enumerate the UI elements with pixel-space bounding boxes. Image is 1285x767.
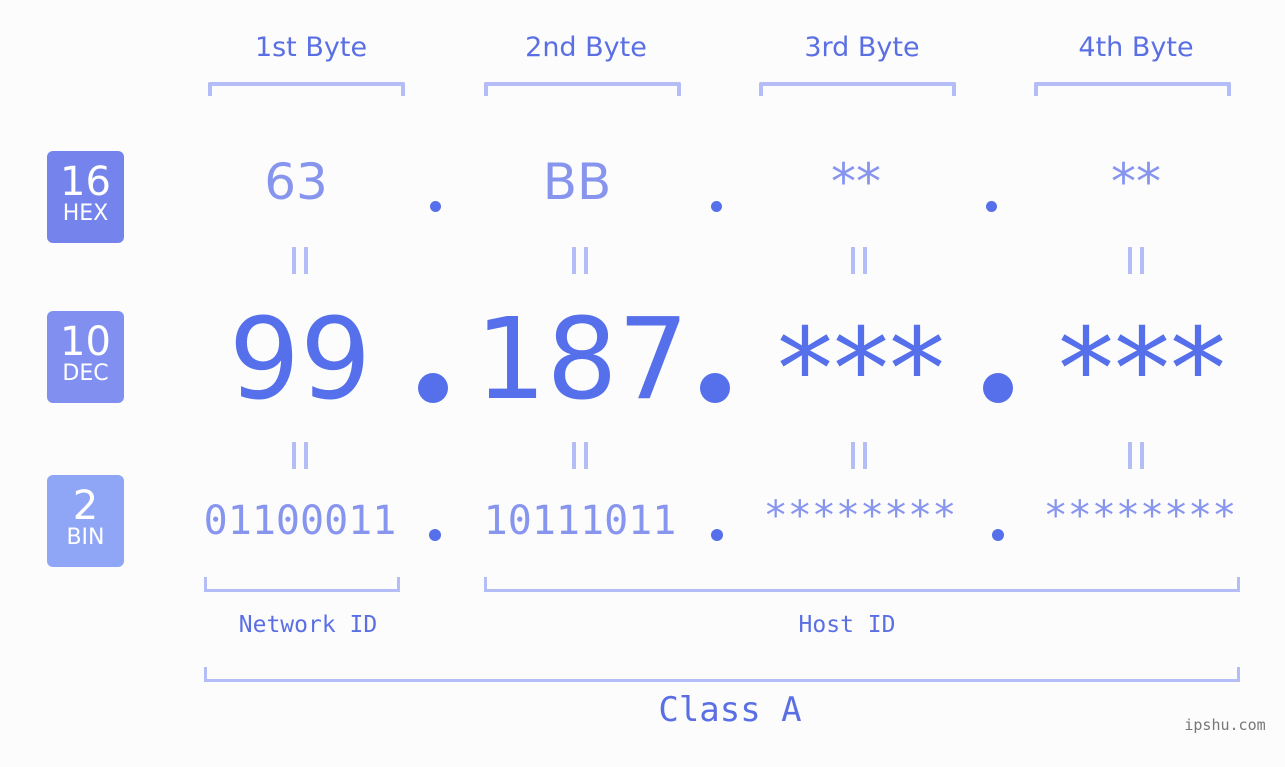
class-bracket	[204, 667, 1240, 682]
equals-icon	[851, 247, 867, 274]
dec-label: DEC	[62, 361, 109, 386]
dec-separator-dot	[700, 373, 730, 403]
bin-separator-dot	[992, 529, 1004, 541]
equals-icon	[1128, 247, 1144, 274]
byte-bracket-3	[759, 82, 956, 96]
equals-icon	[292, 442, 308, 469]
equals-icon	[572, 247, 588, 274]
network-id-label: Network ID	[238, 612, 378, 638]
hex-badge: 16 HEX	[47, 151, 124, 243]
byte-bracket-4	[1034, 82, 1231, 96]
byte-bracket-1	[208, 82, 405, 96]
host-id-label: Host ID	[798, 612, 896, 638]
bin-separator-dot	[711, 529, 723, 541]
equals-icon	[572, 442, 588, 469]
bin-value-2: 10111011	[483, 498, 677, 544]
network-id-bracket	[204, 577, 400, 592]
byte-header-2: 2nd Byte	[525, 32, 647, 63]
hex-base: 16	[60, 159, 111, 205]
equals-icon	[1128, 442, 1144, 469]
bin-base: 2	[72, 483, 99, 529]
dec-value-4: ***	[1058, 305, 1226, 435]
dec-separator-dot	[418, 373, 448, 403]
bin-label: BIN	[66, 525, 105, 550]
dec-badge: 10 DEC	[47, 311, 124, 403]
host-id-bracket	[484, 577, 1240, 592]
byte-bracket-2	[484, 82, 681, 96]
byte-header-1: 1st Byte	[254, 32, 368, 63]
hex-label: HEX	[62, 201, 109, 226]
bin-value-4: ********	[1043, 493, 1237, 539]
dec-value-3: ***	[777, 305, 945, 435]
dec-base: 10	[60, 319, 111, 365]
hex-value-2: BB	[542, 153, 612, 211]
bin-value-1: 01100011	[203, 498, 397, 544]
hex-value-3: **	[831, 153, 881, 211]
hex-separator-dot	[430, 201, 441, 212]
byte-header-4: 4th Byte	[1078, 32, 1194, 63]
dec-separator-dot	[983, 373, 1013, 403]
hex-value-4: **	[1111, 153, 1161, 211]
class-label: Class A	[658, 690, 802, 730]
hex-value-1: 63	[264, 153, 328, 211]
bin-badge: 2 BIN	[47, 475, 124, 567]
dec-value-1: 99	[228, 295, 372, 425]
watermark: ipshu.com	[1184, 716, 1266, 734]
equals-icon	[292, 247, 308, 274]
bin-value-3: ********	[763, 493, 957, 539]
byte-header-3: 3rd Byte	[804, 32, 920, 63]
hex-separator-dot	[986, 201, 997, 212]
equals-icon	[851, 442, 867, 469]
dec-value-2: 187	[475, 295, 689, 425]
hex-separator-dot	[711, 201, 722, 212]
bin-separator-dot	[429, 529, 441, 541]
